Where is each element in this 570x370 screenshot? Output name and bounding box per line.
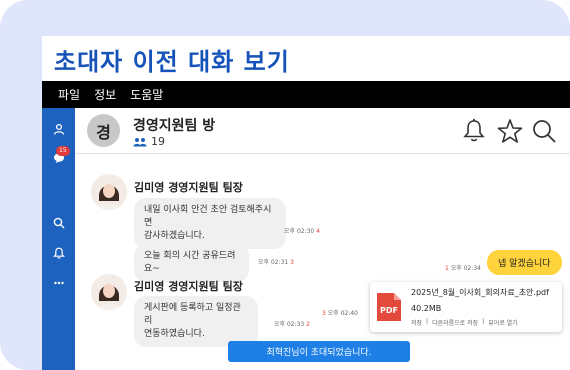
person-icon[interactable] <box>50 120 67 137</box>
message-meta: 오후 02:31 3 <box>258 259 294 266</box>
my-message-bubble: 넵 알겠습니다 <box>487 250 562 275</box>
notification-bell-icon[interactable] <box>459 116 489 146</box>
pdf-icon: PDF <box>374 292 404 322</box>
file-size: 40.2MB <box>411 304 442 313</box>
sender-name: 김미영 경영지원팀 팀장 <box>134 280 243 293</box>
chat-badge: 15 <box>56 146 70 156</box>
open-viewer-link[interactable]: 뷰어로 열기 <box>488 318 518 327</box>
sidebar: 15 <box>42 108 75 370</box>
room-name: 경영지원팀 방 <box>133 118 216 134</box>
room-avatar: 경 <box>87 114 120 147</box>
message-meta: 오후 02:33 2 <box>274 321 310 328</box>
header-search-icon[interactable] <box>529 116 559 146</box>
people-icon <box>133 137 147 146</box>
menu-bar: 파일 정보 도움말 <box>42 81 570 108</box>
sender-name: 김미영 경영지원팀 팀장 <box>134 181 243 194</box>
file-actions: 저장 | 다른이름으로 저장 | 뷰어로 열기 <box>411 318 518 327</box>
search-icon[interactable] <box>50 214 67 231</box>
member-count-value: 19 <box>151 135 165 148</box>
menu-file[interactable]: 파일 <box>58 86 80 103</box>
separator: | <box>426 318 429 325</box>
message-meta: 3 오후 02:40 <box>322 310 358 317</box>
app-window: 초대자 이전 대화 보기 파일 정보 도움말 15 경 경영지원팀 방 19 김… <box>42 36 570 370</box>
message-meta: 오후 02:30 4 <box>284 228 320 235</box>
save-link[interactable]: 저장 <box>411 318 422 327</box>
separator: | <box>482 318 485 325</box>
chat-header: 경 경영지원팀 방 19 <box>75 108 570 154</box>
member-count[interactable]: 19 <box>133 135 165 148</box>
svg-text:PDF: PDF <box>380 306 398 315</box>
bell-icon[interactable] <box>50 244 67 261</box>
page-title: 초대자 이전 대화 보기 <box>54 48 290 76</box>
avatar[interactable] <box>91 274 127 310</box>
invite-notice: 최혁진님이 초대되었습니다. <box>228 341 410 362</box>
menu-help[interactable]: 도움말 <box>130 86 163 103</box>
file-attachment[interactable]: PDF 2025년_8월_이사회_회의자료_초안.pdf 40.2MB 저장 |… <box>370 282 562 332</box>
message-bubble: 게시판에 등록하고 일정관리 연동하였습니다. <box>134 296 258 347</box>
avatar[interactable] <box>91 174 127 210</box>
message-meta: 1 오후 02:34 <box>445 265 481 272</box>
file-name: 2025년_8월_이사회_회의자료_초안.pdf <box>411 288 549 297</box>
save-as-link[interactable]: 다른이름으로 저장 <box>432 318 478 327</box>
menu-info[interactable]: 정보 <box>94 86 116 103</box>
message-bubble: 내일 이사회 안건 초안 검토해주시면 감사하겠습니다. <box>134 198 286 249</box>
message-bubble: 오늘 회의 시간 공유드려요~ <box>134 244 249 282</box>
more-icon[interactable] <box>50 274 67 291</box>
star-icon[interactable] <box>495 116 525 146</box>
